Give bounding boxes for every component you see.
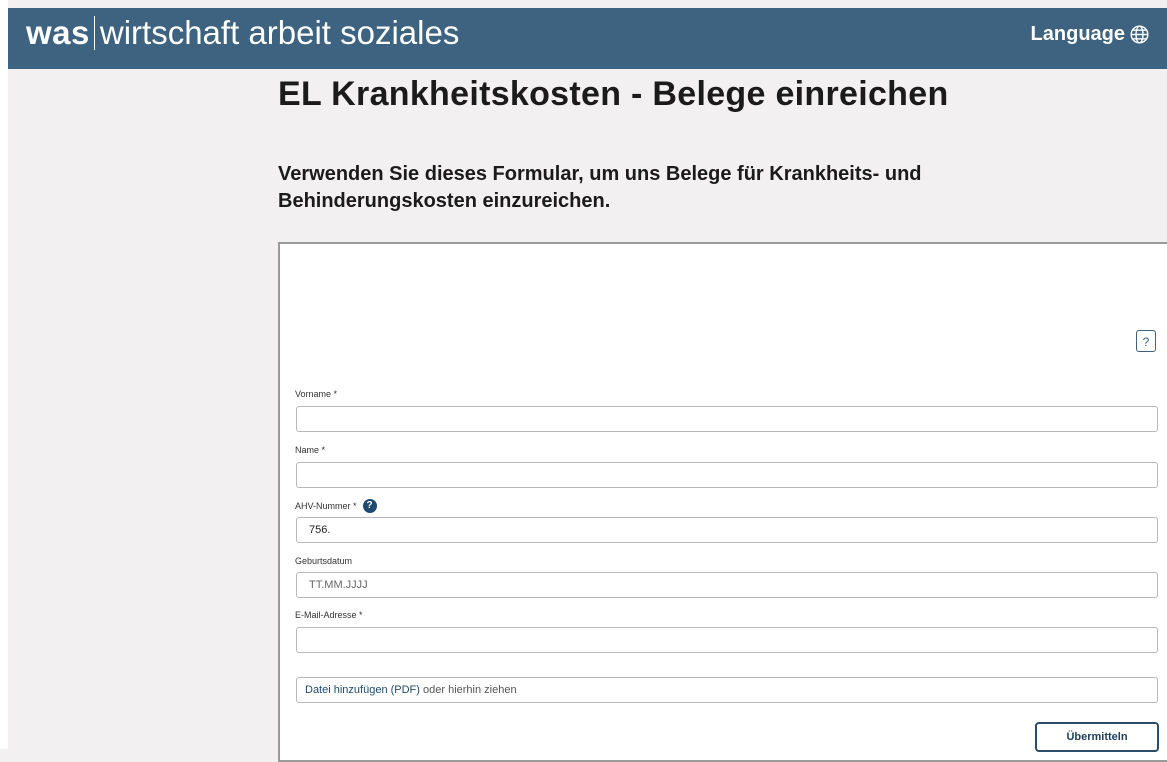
add-file-link[interactable]: Datei hinzufügen (PDF) <box>305 684 420 696</box>
vorname-input[interactable] <box>296 406 1158 432</box>
site-logo[interactable]: was wirtschaft arbeit soziales <box>26 14 459 54</box>
geburtsdatum-label-text: Geburtsdatum <box>295 556 353 566</box>
name-input[interactable] <box>296 462 1158 488</box>
email-label: E-Mail-Adresse * <box>295 610 363 620</box>
ahv-label-text: AHV-Nummer * <box>295 501 357 511</box>
submit-button[interactable]: Übermitteln <box>1035 722 1159 752</box>
email-input[interactable] <box>296 627 1158 653</box>
globe-icon <box>1130 25 1149 44</box>
file-upload-dropzone[interactable]: Datei hinzufügen (PDF) oder hierhin zieh… <box>296 677 1158 703</box>
ahv-input[interactable]: 756. <box>296 517 1158 543</box>
logo-divider <box>93 16 95 50</box>
name-label-text: Name * <box>295 445 326 455</box>
form-help-button[interactable]: ? <box>1136 330 1156 352</box>
language-label: Language <box>1030 23 1125 45</box>
ahv-label: AHV-Nummer * ? <box>295 499 377 513</box>
name-label: Name * <box>295 445 325 455</box>
page-intro: Verwenden Sie dieses Formular, um uns Be… <box>278 163 922 212</box>
geburtsdatum-label: Geburtsdatum <box>295 556 352 566</box>
left-margin <box>0 0 8 749</box>
geburtsdatum-input[interactable]: TT.MM.JJJJ <box>296 572 1158 598</box>
email-label-text: E-Mail-Adresse * <box>295 610 363 620</box>
ahv-help-icon[interactable]: ? <box>362 499 377 513</box>
logo-bold-text: was <box>26 14 90 51</box>
page-title: EL Krankheitskosten - Belege einreichen <box>278 75 949 113</box>
upload-hint: oder hierhin ziehen <box>423 684 517 696</box>
site-header: was wirtschaft arbeit soziales Language <box>8 8 1167 69</box>
logo-text: wirtschaft arbeit soziales <box>99 14 460 51</box>
language-selector[interactable]: Language <box>1031 23 1150 46</box>
vorname-label-text: Vorname * <box>295 389 338 399</box>
form-container: ? Vorname * Name * AHV-Nummer * ? 756. G… <box>278 242 1167 762</box>
vorname-label: Vorname * <box>295 389 337 399</box>
